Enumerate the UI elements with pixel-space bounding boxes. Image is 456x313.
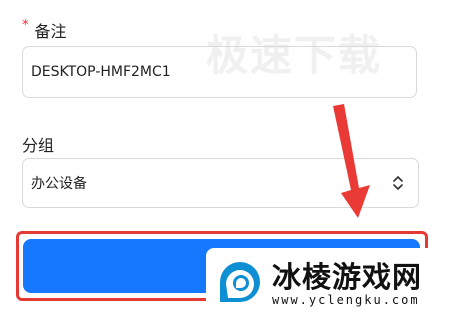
required-mark: *: [22, 18, 29, 33]
remark-label: * 备注: [22, 18, 67, 42]
group-select-value: 办公设备: [31, 176, 87, 192]
device-edit-form: 极速下载 *备注 DESKTOP-HMF2MC1 分组 办公设备 确 冰棱游戏网…: [0, 0, 456, 313]
group-select[interactable]: 办公设备: [22, 158, 419, 208]
chevron-up-down-icon: [393, 176, 403, 190]
group-label: 分组: [22, 136, 55, 155]
site-logo-icon: [220, 262, 260, 302]
remark-label-text: 备注: [34, 22, 67, 41]
remark-input[interactable]: DESKTOP-HMF2MC1: [22, 46, 417, 98]
site-url: www.yclengku.com: [272, 293, 420, 307]
site-name: 冰棱游戏网: [272, 260, 423, 294]
remark-input-value: DESKTOP-HMF2MC1: [31, 64, 171, 80]
site-logo-badge: 冰棱游戏网 www.yclengku.com: [206, 248, 456, 313]
